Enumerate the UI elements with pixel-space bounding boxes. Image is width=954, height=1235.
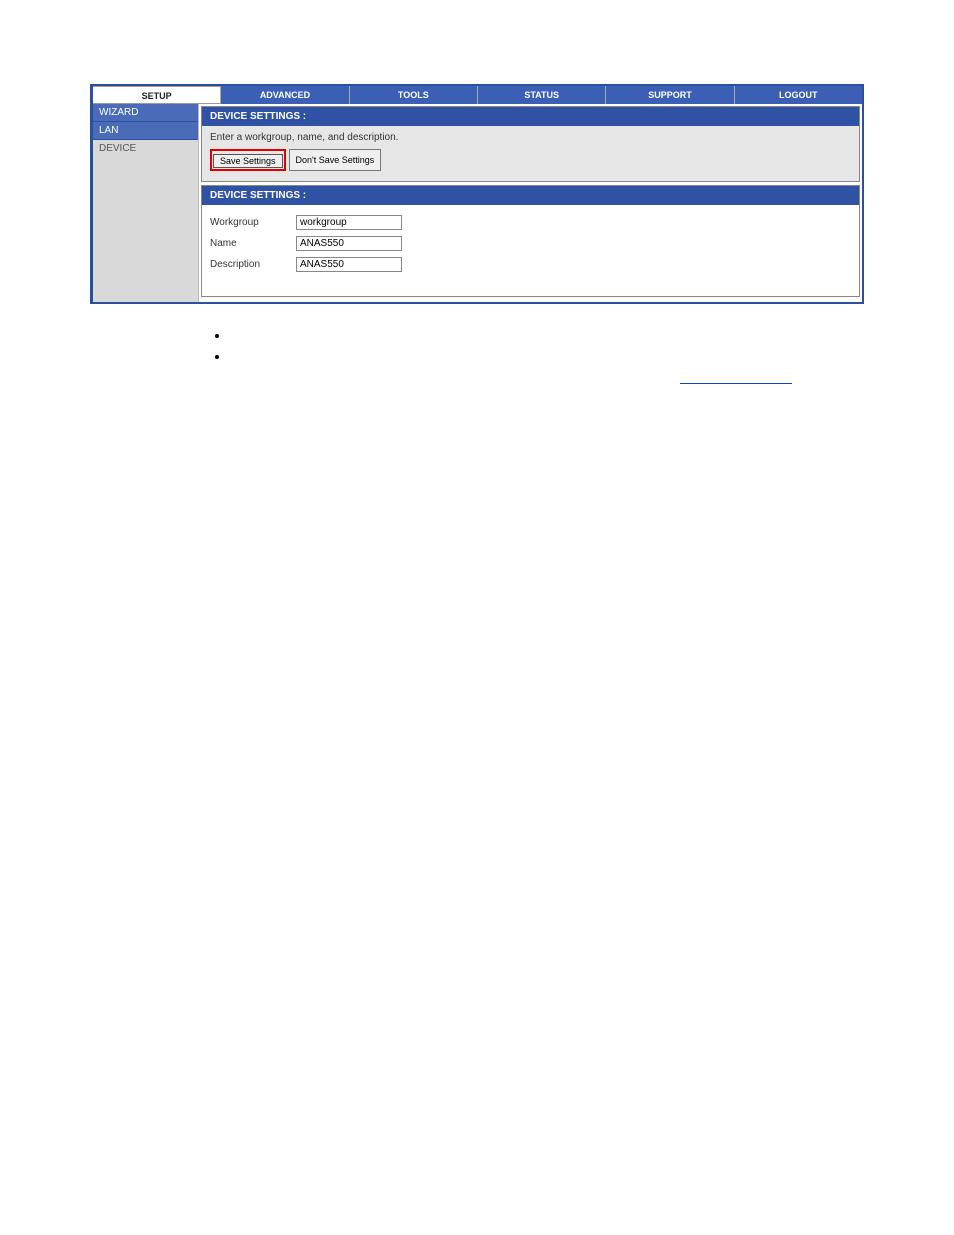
sidebar-item-lan[interactable]: LAN bbox=[93, 122, 198, 140]
tab-logout[interactable]: LOGOUT bbox=[735, 86, 862, 104]
sidebar-item-device[interactable]: DEVICE bbox=[93, 140, 198, 157]
button-row: Save Settings Don't Save Settings bbox=[210, 149, 851, 171]
main-content: DEVICE SETTINGS : Enter a workgroup, nam… bbox=[199, 104, 862, 302]
tab-status[interactable]: STATUS bbox=[478, 86, 606, 104]
dont-save-settings-button[interactable]: Don't Save Settings bbox=[289, 149, 382, 171]
device-settings-form-panel: DEVICE SETTINGS : Workgroup Name Descrip… bbox=[201, 185, 860, 297]
panel-title-1: DEVICE SETTINGS : bbox=[202, 107, 859, 126]
document-annotations bbox=[200, 328, 954, 389]
bullet-1 bbox=[230, 328, 954, 343]
panel-title-2: DEVICE SETTINGS : bbox=[202, 186, 859, 205]
workgroup-label: Workgroup bbox=[210, 217, 296, 228]
save-settings-button[interactable]: Save Settings bbox=[213, 154, 283, 168]
description-input[interactable] bbox=[296, 257, 402, 272]
sidebar: WIZARD LAN DEVICE bbox=[93, 104, 199, 302]
top-nav: SETUP ADVANCED TOOLS STATUS SUPPORT LOGO… bbox=[93, 86, 862, 104]
tab-tools[interactable]: TOOLS bbox=[350, 86, 478, 104]
name-input[interactable] bbox=[296, 236, 402, 251]
panel-description: Enter a workgroup, name, and description… bbox=[210, 132, 851, 143]
tab-support[interactable]: SUPPORT bbox=[606, 86, 734, 104]
bullet-2 bbox=[230, 349, 954, 364]
router-admin-panel: SETUP ADVANCED TOOLS STATUS SUPPORT LOGO… bbox=[90, 84, 864, 304]
description-label: Description bbox=[210, 259, 296, 270]
device-settings-actions-panel: DEVICE SETTINGS : Enter a workgroup, nam… bbox=[201, 106, 860, 182]
tab-advanced[interactable]: ADVANCED bbox=[221, 86, 349, 104]
sidebar-item-wizard[interactable]: WIZARD bbox=[93, 104, 198, 122]
save-button-highlight: Save Settings bbox=[210, 149, 286, 171]
tab-setup[interactable]: SETUP bbox=[93, 86, 221, 104]
inline-link[interactable] bbox=[680, 372, 792, 384]
workgroup-input[interactable] bbox=[296, 215, 402, 230]
name-label: Name bbox=[210, 238, 296, 249]
